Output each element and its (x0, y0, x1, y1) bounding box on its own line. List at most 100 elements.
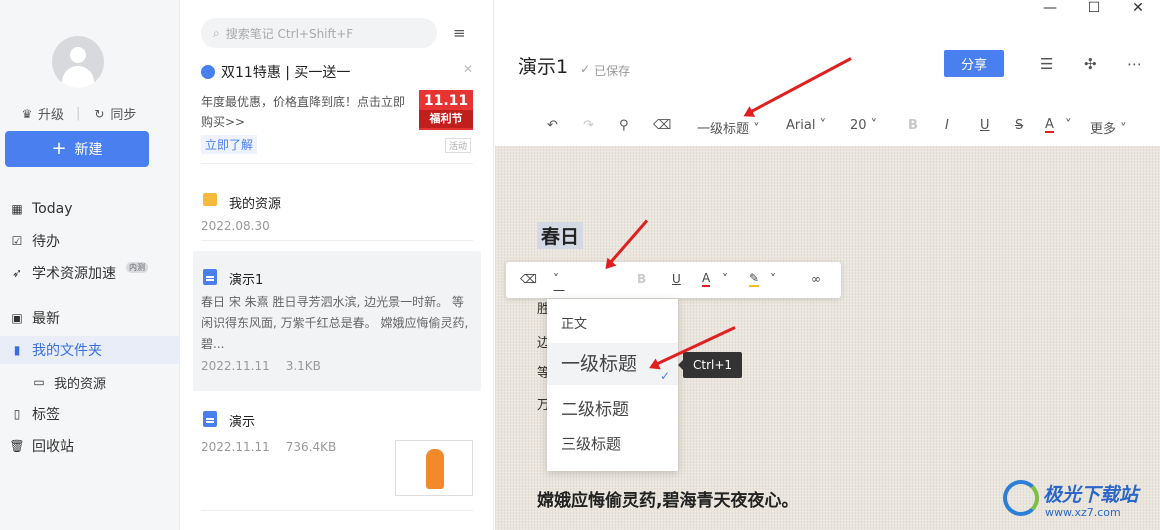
watermark: 极光下载站 www.xz7.com (1003, 478, 1153, 522)
dropdown-item-h2[interactable]: 二级标题 (547, 395, 678, 420)
doc-meta: 2022.11.11 736.4KB (201, 440, 337, 454)
fox-image (426, 449, 444, 489)
avatar[interactable] (52, 36, 104, 88)
heading-dropdown: 正文 一级标题 ✓ 二级标题 三级标题 (547, 299, 678, 471)
page-title[interactable]: 演示1 (518, 52, 568, 79)
divider (201, 510, 473, 511)
sidebar-item-my-folder[interactable]: ▮ 我的文件夹 (10, 338, 102, 362)
doc-thumbnail (395, 440, 473, 496)
window-controls: — ☐ ✕ (1028, 0, 1160, 18)
search-input[interactable]: ⌕ 搜索笔记 Ctrl+Shift+F (201, 18, 437, 48)
outline-icon[interactable]: ☰ (1040, 55, 1053, 73)
folder-icon (203, 193, 217, 206)
more-menu[interactable]: 更多 ˅ (1090, 118, 1127, 137)
check-circle-icon: ✓ (580, 62, 591, 76)
heading-select[interactable]: 一级标题 ˅ (697, 118, 760, 137)
more-icon[interactable]: ⋯ (1127, 55, 1142, 73)
close-icon[interactable]: ✕ (1116, 0, 1160, 18)
folder-outline-icon: ▭ (33, 375, 45, 389)
calendar-icon: ▦ (11, 202, 23, 216)
dropdown-item-h3[interactable]: 三级标题 (547, 433, 678, 454)
sidebar: ♛ 升级 | ↻ 同步 + 新建 ▦ Today ☑ 待办 ➶ 学术资源加速 内测 … (0, 0, 180, 530)
crown-icon: ♛ (21, 106, 33, 121)
sidebar-item-recent[interactable]: ▣ 最新 (10, 306, 60, 330)
checkbox-icon: ☑ (11, 234, 23, 248)
eraser-icon[interactable]: ⌫ (653, 118, 671, 133)
sync-icon: ↻ (94, 106, 105, 121)
list-item-selected[interactable]: 演示1 春日 宋 朱熹 胜日寻芳泗水滨, 边光景一时新。 等闲识得东风面, 万紫… (193, 251, 481, 391)
dropdown-item-body[interactable]: 正文 (547, 313, 678, 332)
heading-select[interactable]: 一级标题 ˅ (553, 272, 565, 349)
redo-icon[interactable]: ↷ (583, 118, 594, 133)
chevron-down-icon[interactable]: ˅ (770, 272, 776, 286)
watermark-logo-icon (1003, 480, 1039, 516)
sidebar-item-trash[interactable]: 🗑 回收站 (9, 434, 74, 458)
undo-icon[interactable]: ↶ (547, 118, 558, 133)
doc-meta: 2022.11.11 3.1KB (201, 359, 321, 373)
body-text-line: 嫦娥应悔偷灵药,碧海青天夜夜心。 (537, 491, 799, 511)
format-toolbar: ↶ ↷ ⚲ ⌫ 一级标题 ˅ Arial ˅ 20 ˅ B I U S A ˅ … (495, 104, 1160, 144)
sidebar-item-my-resources[interactable]: ▭ 我的资源 (32, 370, 106, 394)
folder-icon: ▮ (13, 343, 21, 357)
chevron-down-icon[interactable]: ˅ (1065, 118, 1072, 133)
maximize-icon[interactable]: ☐ (1072, 0, 1116, 18)
underline-button[interactable]: U (672, 272, 681, 286)
sidebar-item-today[interactable]: ▦ Today (10, 197, 72, 221)
sidebar-item-todo[interactable]: ☑ 待办 (10, 229, 60, 253)
font-color-button[interactable]: A (702, 272, 711, 287)
promo-description: 年度最优惠，价格直降到底！点击立即购买>> (201, 95, 406, 129)
plus-icon: + (51, 138, 67, 159)
highlight-icon[interactable]: ✎ (749, 272, 760, 287)
promo-link[interactable]: 立即了解 (201, 135, 258, 154)
promo-title: 双11特惠 | 买一送一 (201, 62, 473, 82)
bookmark-icon: ▯ (13, 407, 21, 421)
app-window: ♛ 升级 | ↻ 同步 + 新建 ▦ Today ☑ 待办 ➶ 学术资源加速 内测 … (0, 0, 1160, 530)
doc-meta: 2022.08.30 (201, 219, 270, 233)
chevron-down-icon[interactable]: ˅ (722, 272, 728, 286)
grid-icon: ▣ (11, 311, 23, 325)
link-icon[interactable]: ∞ (811, 272, 821, 286)
mindmap-icon[interactable]: ✣ (1084, 55, 1097, 73)
close-icon[interactable]: ✕ (463, 62, 473, 76)
italic-button[interactable]: I (945, 118, 949, 133)
trash-icon: 🗑 (9, 439, 25, 453)
promo-banner[interactable]: 11.11 福利节 (419, 90, 473, 130)
format-painter-icon[interactable]: ⚲ (619, 118, 629, 133)
font-color-button[interactable]: A (1045, 118, 1054, 133)
share-button[interactable]: 分享 (944, 50, 1004, 77)
divider: | (76, 106, 81, 121)
document-icon (203, 269, 217, 285)
underline-button[interactable]: U (980, 118, 990, 133)
bold-button[interactable]: B (637, 272, 646, 286)
document-icon (203, 411, 217, 427)
sidebar-item-academic[interactable]: ➶ 学术资源加速 内测 (10, 261, 148, 285)
upgrade-button[interactable]: ♛ 升级 (20, 104, 64, 124)
shortcut-tooltip: Ctrl+1 (677, 352, 743, 378)
promo-card[interactable]: 双11特惠 | 买一送一 ✕ 年度最优惠，价格直降到底！点击立即购买>> 11.… (201, 62, 473, 162)
sort-icon[interactable]: ≡ (453, 24, 466, 42)
doc-header: 演示1 ✓ 已保存 (518, 52, 630, 79)
new-button[interactable]: + 新建 (5, 131, 149, 167)
minimize-icon[interactable]: — (1028, 0, 1072, 18)
save-status: ✓ 已保存 (580, 62, 631, 78)
strikethrough-button[interactable]: S (1015, 118, 1023, 133)
note-list: ⌕ 搜索笔记 Ctrl+Shift+F ≡ 双11特惠 | 买一送一 ✕ 年度最… (181, 0, 494, 530)
doc-snippet: 春日 宋 朱熹 胜日寻芳泗水滨, 边光景一时新。 等闲识得东风面, 万紫千红总是… (201, 295, 469, 351)
promo-icon (201, 65, 215, 79)
sidebar-item-tags[interactable]: ▯ 标签 (10, 402, 60, 426)
account-row: ♛ 升级 | ↻ 同步 (20, 104, 137, 124)
divider (201, 240, 473, 241)
floating-toolbar: ⌫ 一级标题 ˅ B U A ˅ ✎ ˅ ∞ (506, 262, 841, 349)
eraser-icon[interactable]: ⌫ (520, 272, 537, 286)
font-size-select[interactable]: 20 ˅ (850, 118, 877, 133)
selected-heading[interactable]: 春日 (537, 222, 584, 249)
rocket-icon: ➶ (11, 266, 23, 280)
sync-button[interactable]: ↻ 同步 (92, 104, 136, 124)
bold-button[interactable]: B (908, 118, 918, 133)
divider (201, 163, 473, 164)
promo-tag: 活动 (444, 138, 471, 153)
document-canvas[interactable]: 春日 胜 边 等 万 嫦娥应悔偷灵药,碧海青天夜夜心。 ⌫ 一级标题 ˅ B U… (495, 146, 1160, 530)
font-select[interactable]: Arial ˅ (786, 118, 826, 133)
list-item-folder[interactable]: 我的资源 2022.08.30 (193, 180, 481, 240)
editor: — ☐ ✕ 演示1 ✓ 已保存 分享 ☰ ✣ ⋯ ↶ ↷ ⚲ ⌫ 一级标题 ˅ … (495, 0, 1160, 530)
